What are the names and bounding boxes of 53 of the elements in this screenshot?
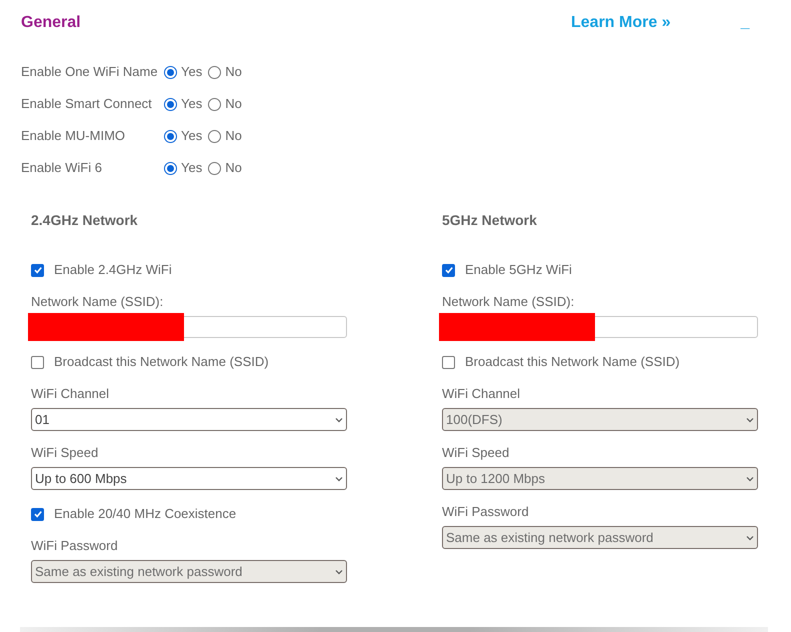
setting-label: Enable Smart Connect [21,95,153,114]
radio-button[interactable] [164,130,177,142]
checkbox-label: Enable 2.4GHz WiFi [54,261,172,280]
chevron-down-icon [335,568,343,574]
checkbox-label: Broadcast this Network Name (SSID) [465,353,680,372]
checkbox[interactable] [31,264,44,276]
field-label: WiFi Password [442,504,530,520]
field-label: Network Name (SSID): [442,294,576,310]
setting-label: Enable One WiFi Name [21,63,159,82]
section-title: General [21,13,82,33]
radio-button[interactable] [208,66,222,78]
radio-label: No [225,127,242,146]
radio-button[interactable] [208,130,222,142]
dropdown[interactable]: Up to 600 Mbps [31,467,347,490]
minimize-button[interactable]: _ [740,11,750,35]
radio-label: No [225,159,242,178]
setting-label: Enable MU-MIMO [21,127,126,146]
dropdown[interactable]: 01 [31,408,347,431]
radio-label: No [225,95,242,114]
chevron-down-icon [746,476,754,482]
checkbox[interactable] [31,356,44,368]
ssid-field[interactable] [442,316,758,338]
checkbox[interactable] [442,264,455,276]
chevron-down-icon [335,476,343,482]
radio-label: No [225,63,242,82]
checkbox-label: Enable 20/40 MHz Coexistence [54,505,236,524]
checkbox-label: Enable 5GHz WiFi [465,261,572,280]
field-label: WiFi Password [31,538,119,554]
radio-label: Yes [181,159,202,178]
radio-button[interactable] [164,66,177,78]
chevron-down-icon [746,534,754,540]
field-label: WiFi Speed [31,445,100,461]
field-label: Network Name (SSID): [31,294,164,310]
radio-label: Yes [181,95,202,114]
network-heading: 5GHz Network [442,211,538,229]
checkbox-label: Broadcast this Network Name (SSID) [54,353,269,372]
ssid-field[interactable] [31,316,347,338]
network-heading: 2.4GHz Network [31,211,139,229]
chevron-down-icon [335,416,343,422]
radio-button[interactable] [208,162,222,174]
checkbox[interactable] [442,356,455,368]
field-label: WiFi Channel [31,386,110,402]
radio-button[interactable] [164,162,177,174]
checkbox[interactable] [31,508,44,520]
chevron-down-icon [746,416,754,422]
radio-label: Yes [181,63,202,82]
radio-button[interactable] [208,98,222,110]
learn-more-link[interactable]: Learn More » [571,11,671,35]
field-label: WiFi Speed [442,445,510,461]
radio-label: Yes [181,127,202,146]
setting-label: Enable WiFi 6 [21,159,103,178]
field-label: WiFi Channel [442,386,522,402]
radio-button[interactable] [164,98,177,110]
